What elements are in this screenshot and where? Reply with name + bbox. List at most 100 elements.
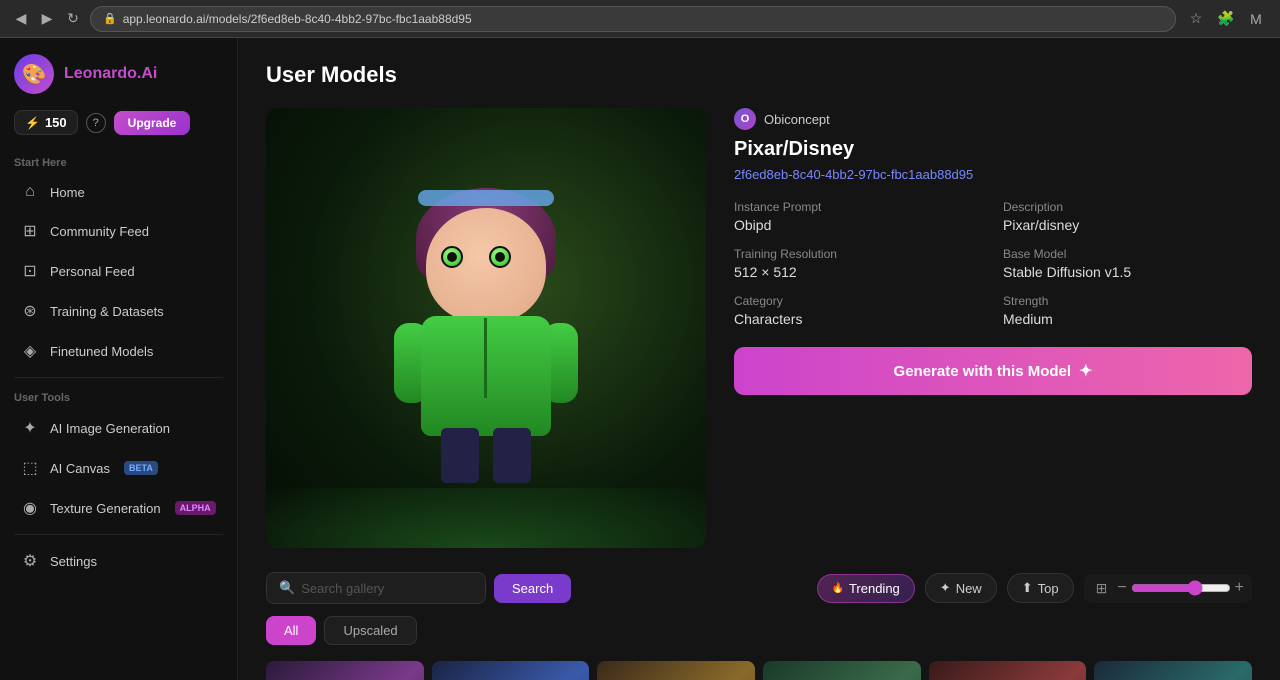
profile-button[interactable]: M <box>1244 7 1268 31</box>
logo-avatar: 🎨 <box>14 54 54 94</box>
sidebar-header: 🎨 Leonardo.Ai <box>0 38 237 110</box>
slider-plus-button[interactable]: + <box>1235 580 1244 596</box>
strength-field: Strength Medium <box>1003 294 1252 327</box>
instance-prompt-label: Instance Prompt <box>734 200 983 214</box>
instance-prompt-field: Instance Prompt Obipd <box>734 200 983 233</box>
alpha-badge: ALPHA <box>175 501 216 515</box>
filter-tabs: All Upscaled <box>266 616 1252 645</box>
browser-chrome: ◀ ▶ ↻ 🔒 app.leonardo.ai/models/2f6ed8eb-… <box>0 0 1280 38</box>
sidebar-item-personal-feed[interactable]: ⊡ Personal Feed <box>6 252 231 290</box>
sidebar: 🎨 Leonardo.Ai ⚡ 150 ? Upgrade Start Here… <box>0 38 238 680</box>
help-button[interactable]: ? <box>86 113 106 133</box>
trending-dot: 🔥 <box>832 583 844 594</box>
description-label: Description <box>1003 200 1252 214</box>
sidebar-item-settings[interactable]: ⚙ Settings <box>6 542 231 580</box>
training-res-field: Training Resolution 512 × 512 <box>734 247 983 280</box>
trending-filter-button[interactable]: 🔥 Trending <box>817 574 915 603</box>
description-value: Pixar/disney <box>1003 217 1252 233</box>
sidebar-item-home[interactable]: ⌂ Home <box>6 174 231 210</box>
logo-text: Leonardo.Ai <box>64 65 157 83</box>
gallery-item[interactable] <box>763 661 921 680</box>
top-filter-button[interactable]: ⬆ Top <box>1007 573 1074 603</box>
upgrade-button[interactable]: Upgrade <box>114 111 191 135</box>
forward-button[interactable]: ▶ <box>38 10 56 28</box>
token-count: ⚡ 150 <box>14 110 78 135</box>
search-container: 🔍 Search <box>266 572 571 604</box>
sidebar-item-ai-image-label: AI Image Generation <box>50 421 170 436</box>
sidebar-item-settings-label: Settings <box>50 554 97 569</box>
tab-upscaled[interactable]: Upscaled <box>324 616 416 645</box>
creator-avatar: O <box>734 108 756 130</box>
sidebar-item-ai-image[interactable]: ✦ AI Image Generation <box>6 409 231 447</box>
model-detail: O Obiconcept Pixar/Disney 2f6ed8eb-8c40-… <box>266 108 1252 548</box>
top-icon: ⬆ <box>1022 580 1033 596</box>
sidebar-item-finetuned-label: Finetuned Models <box>50 344 153 359</box>
page-title: User Models <box>266 62 1252 88</box>
top-label: Top <box>1038 581 1059 596</box>
token-bar: ⚡ 150 ? Upgrade <box>0 110 237 149</box>
model-image-container <box>266 108 706 548</box>
community-icon: ⊞ <box>20 221 40 241</box>
search-button[interactable]: Search <box>494 574 571 603</box>
extensions-button[interactable]: 🧩 <box>1214 7 1238 31</box>
sidebar-item-finetuned[interactable]: ◈ Finetuned Models <box>6 332 231 370</box>
sidebar-item-ai-canvas-label: AI Canvas <box>50 461 110 476</box>
gallery-item[interactable] <box>266 661 424 680</box>
gallery-item[interactable] <box>1094 661 1252 680</box>
model-name: Pixar/Disney <box>734 138 1252 161</box>
refresh-button[interactable]: ↻ <box>64 10 82 28</box>
description-field: Description Pixar/disney <box>1003 200 1252 233</box>
model-image-bg <box>266 108 706 548</box>
gallery-controls: 🔍 Search 🔥 Trending ✦ New ⬆ Top <box>266 572 1252 604</box>
search-input[interactable] <box>301 581 473 596</box>
base-model-field: Base Model Stable Diffusion v1.5 <box>1003 247 1252 280</box>
new-icon: ✦ <box>940 580 951 596</box>
url-text: app.leonardo.ai/models/2f6ed8eb-8c40-4bb… <box>123 12 472 26</box>
start-here-label: Start Here <box>0 149 237 173</box>
sidebar-divider-2 <box>14 534 223 535</box>
texture-icon: ◉ <box>20 498 40 518</box>
category-label: Category <box>734 294 983 308</box>
back-button[interactable]: ◀ <box>12 10 30 28</box>
sidebar-item-personal-label: Personal Feed <box>50 264 135 279</box>
sidebar-item-ai-canvas[interactable]: ⬚ AI Canvas BETA <box>6 449 231 487</box>
sidebar-divider-1 <box>14 377 223 378</box>
category-field: Category Characters <box>734 294 983 327</box>
slider-minus-button[interactable]: − <box>1117 580 1126 596</box>
category-value: Characters <box>734 311 983 327</box>
model-creator: O Obiconcept <box>734 108 1252 130</box>
ai-canvas-icon: ⬚ <box>20 458 40 478</box>
bookmark-button[interactable]: ☆ <box>1184 7 1208 31</box>
sidebar-item-community-feed[interactable]: ⊞ Community Feed <box>6 212 231 250</box>
finetuned-icon: ◈ <box>20 341 40 361</box>
tab-all[interactable]: All <box>266 616 316 645</box>
sidebar-item-home-label: Home <box>50 185 85 200</box>
sidebar-item-training[interactable]: ⊛ Training & Datasets <box>6 292 231 330</box>
gallery-item[interactable] <box>597 661 755 680</box>
generate-button[interactable]: Generate with this Model ✦ <box>734 347 1252 395</box>
token-icon: ⚡ <box>25 116 40 130</box>
sidebar-item-texture[interactable]: ◉ Texture Generation ALPHA <box>6 489 231 527</box>
beta-badge: BETA <box>124 461 158 475</box>
model-info: O Obiconcept Pixar/Disney 2f6ed8eb-8c40-… <box>734 108 1252 548</box>
lock-icon: 🔒 <box>103 12 117 25</box>
sidebar-item-training-label: Training & Datasets <box>50 304 164 319</box>
sidebar-item-texture-label: Texture Generation <box>50 501 161 516</box>
settings-icon: ⚙ <box>20 551 40 571</box>
grid-view-button[interactable]: ⊞ <box>1092 578 1112 599</box>
gallery-item[interactable] <box>432 661 590 680</box>
new-label: New <box>956 581 982 596</box>
gallery-grid <box>266 661 1252 680</box>
gallery-size-slider[interactable] <box>1131 580 1231 596</box>
generate-icon: ✦ <box>1079 361 1092 381</box>
browser-actions: ☆ 🧩 M <box>1184 7 1268 31</box>
trending-label: Trending <box>849 581 900 596</box>
view-controls: ⊞ − + <box>1084 574 1252 603</box>
generate-label: Generate with this Model <box>894 363 1072 380</box>
address-bar: 🔒 app.leonardo.ai/models/2f6ed8eb-8c40-4… <box>90 6 1176 32</box>
training-res-label: Training Resolution <box>734 247 983 261</box>
ai-image-icon: ✦ <box>20 418 40 438</box>
search-icon: 🔍 <box>279 580 295 596</box>
new-filter-button[interactable]: ✦ New <box>925 573 997 603</box>
gallery-item[interactable] <box>929 661 1087 680</box>
